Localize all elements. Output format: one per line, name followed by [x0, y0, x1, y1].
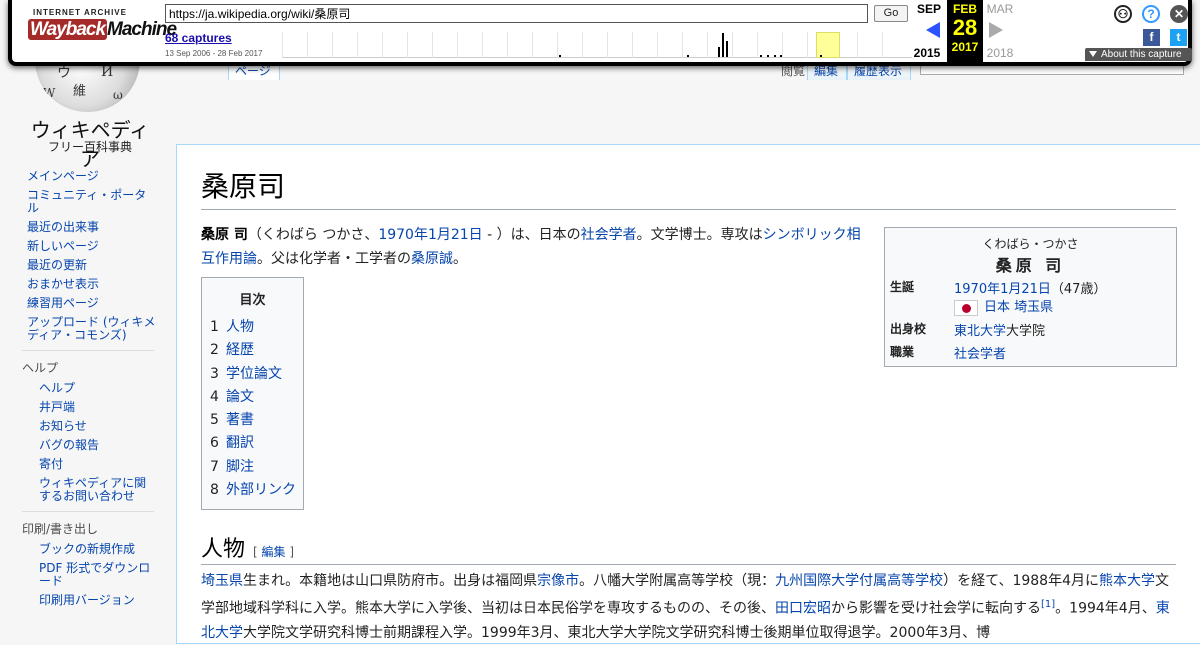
infobox-kana: くわばら・つかさ — [982, 237, 1079, 251]
article-content: 桑原司 桑原 司（くわばら つかさ、1970年1月21日 - ）は、日本の社会学… — [176, 144, 1200, 644]
close-icon[interactable]: ✕ — [1170, 5, 1188, 23]
sidebar-item-bug-report[interactable]: バグの報告 — [0, 439, 176, 452]
infobox-birth-date-link[interactable]: 1970年1月21日 — [954, 282, 1051, 297]
facebook-icon[interactable]: f — [1143, 29, 1160, 46]
reference-link[interactable]: [1] — [1041, 599, 1055, 610]
toc-item[interactable]: 6 翻訳 — [202, 432, 303, 455]
sidebar-item-printable[interactable]: 印刷用バージョン — [0, 594, 176, 607]
infobox-birthplace-link[interactable]: 日本 埼玉県 — [984, 300, 1053, 315]
go-button[interactable]: Go — [874, 5, 908, 22]
sidebar-item-community-portal[interactable]: コミュニティ・ポータル — [0, 189, 176, 215]
capture-sparkline[interactable] — [282, 30, 912, 58]
page-title: 桑原司 — [201, 165, 1176, 210]
section-edit-link[interactable]: 編集 — [262, 545, 286, 559]
user-icon[interactable]: ⚇ — [1114, 5, 1132, 23]
sidebar-heading-help: ヘルプ — [22, 350, 154, 376]
toc-item[interactable]: 3 学位論文 — [202, 363, 303, 386]
sidebar-item-main-page[interactable]: メインページ — [0, 170, 176, 183]
toc-item[interactable]: 2 経歴 — [202, 339, 303, 362]
sidebar-item-current-events[interactable]: 最近の出来事 — [0, 221, 176, 234]
toc-item[interactable]: 4 論文 — [202, 386, 303, 409]
sidebar-item-new-pages[interactable]: 新しいページ — [0, 240, 176, 253]
toc-item[interactable]: 1 人物 — [202, 316, 303, 339]
sidebar-item-contact[interactable]: ウィキペディアに関するお問い合わせ — [0, 477, 176, 503]
toc-title: 目次 — [239, 293, 266, 308]
infobox-occupation-link[interactable]: 社会学者 — [954, 347, 1006, 362]
sidebar-item-create-book[interactable]: ブックの新規作成 — [0, 543, 176, 556]
sidebar-item-sandbox[interactable]: 練習用ページ — [0, 297, 176, 310]
current-capture-date: FEB 28 2017 — [947, 0, 983, 62]
subject-name: 桑原 司 — [201, 227, 248, 243]
about-capture-button[interactable]: About this capture — [1085, 48, 1192, 61]
triangle-down-icon — [1089, 51, 1097, 57]
toc-item[interactable]: 8 外部リンク — [202, 479, 303, 502]
infobox: くわばら・つかさ 桑原 司 生誕 1970年1月21日（47歳） 日本 埼玉県 … — [884, 227, 1177, 367]
sidebar-item-recent-changes[interactable]: 最近の更新 — [0, 259, 176, 272]
sidebar-item-village-pump[interactable]: 井戸端 — [0, 401, 176, 414]
toc-item[interactable]: 5 著書 — [202, 409, 303, 432]
next-month: MAR — [986, 2, 1014, 16]
capture-date-range: 13 Sep 2006 - 28 Feb 2017 — [165, 49, 263, 58]
sidebar-item-help[interactable]: ヘルプ — [0, 382, 176, 395]
wayback-toolbar: INTERNET ARCHIVE WaybackMachine Go 68 ca… — [8, 0, 1192, 66]
wayback-url-input[interactable] — [165, 4, 868, 23]
infobox-name: 桑原 司 — [995, 256, 1066, 275]
sidebar-item-donate[interactable]: 寄付 — [0, 458, 176, 471]
captures-link[interactable]: 68 captures — [165, 31, 232, 45]
birth-date-link[interactable]: 1970年1月21日 — [378, 227, 482, 243]
section-person-paragraph: 埼玉県生まれ。本籍地は山口県防府市。出身は福岡県宗像市。八幡大学附属高等学校（現… — [201, 573, 1170, 641]
sidebar-heading-print: 印刷/書き出し — [22, 511, 154, 537]
prev-year[interactable]: 2015 — [910, 46, 944, 60]
prev-month[interactable]: SEP — [914, 2, 944, 16]
wiki-tagline: フリー百科事典 — [47, 140, 132, 154]
sidebar-item-download-pdf[interactable]: PDF 形式でダウンロード — [0, 562, 176, 588]
sociologist-link[interactable]: 社会学者 — [581, 227, 637, 243]
help-icon[interactable]: ? — [1142, 5, 1160, 23]
lead-paragraph: 桑原 司（くわばら つかさ、1970年1月21日 - ）は、日本の社会学者。文学… — [201, 227, 861, 267]
prev-capture-arrow-icon[interactable] — [926, 22, 940, 38]
twitter-icon[interactable]: t — [1170, 29, 1187, 46]
japan-flag-icon — [954, 299, 978, 316]
sidebar-item-upload[interactable]: アップロード (ウィキメディア・コモンズ) — [0, 316, 176, 342]
internet-archive-label: INTERNET ARCHIVE — [33, 8, 127, 17]
sidebar-item-random[interactable]: おまかせ表示 — [0, 278, 176, 291]
toc-item[interactable]: 7 脚注 — [202, 456, 303, 479]
wayback-machine-label: Wayback Machine — [28, 19, 177, 40]
wayback-logo[interactable]: INTERNET ARCHIVE Wayback Machine — [28, 8, 177, 50]
infobox-school-link[interactable]: 東北大学 — [954, 324, 1006, 339]
next-capture-arrow-icon[interactable] — [989, 22, 1003, 38]
section-heading-person: 人物[ 編集 ] — [201, 531, 1176, 565]
father-link[interactable]: 桑原誠 — [411, 251, 453, 267]
table-of-contents: 目次 1 人物 2 経歴 3 学位論文 4 論文 5 著書 6 翻訳 7 脚注 8 外部リンク — [201, 277, 304, 510]
sidebar-item-news[interactable]: お知らせ — [0, 420, 176, 433]
sidebar: メインページ コミュニティ・ポータル 最近の出来事 新しいページ 最近の更新 お… — [0, 170, 176, 613]
next-year: 2018 — [986, 46, 1014, 60]
